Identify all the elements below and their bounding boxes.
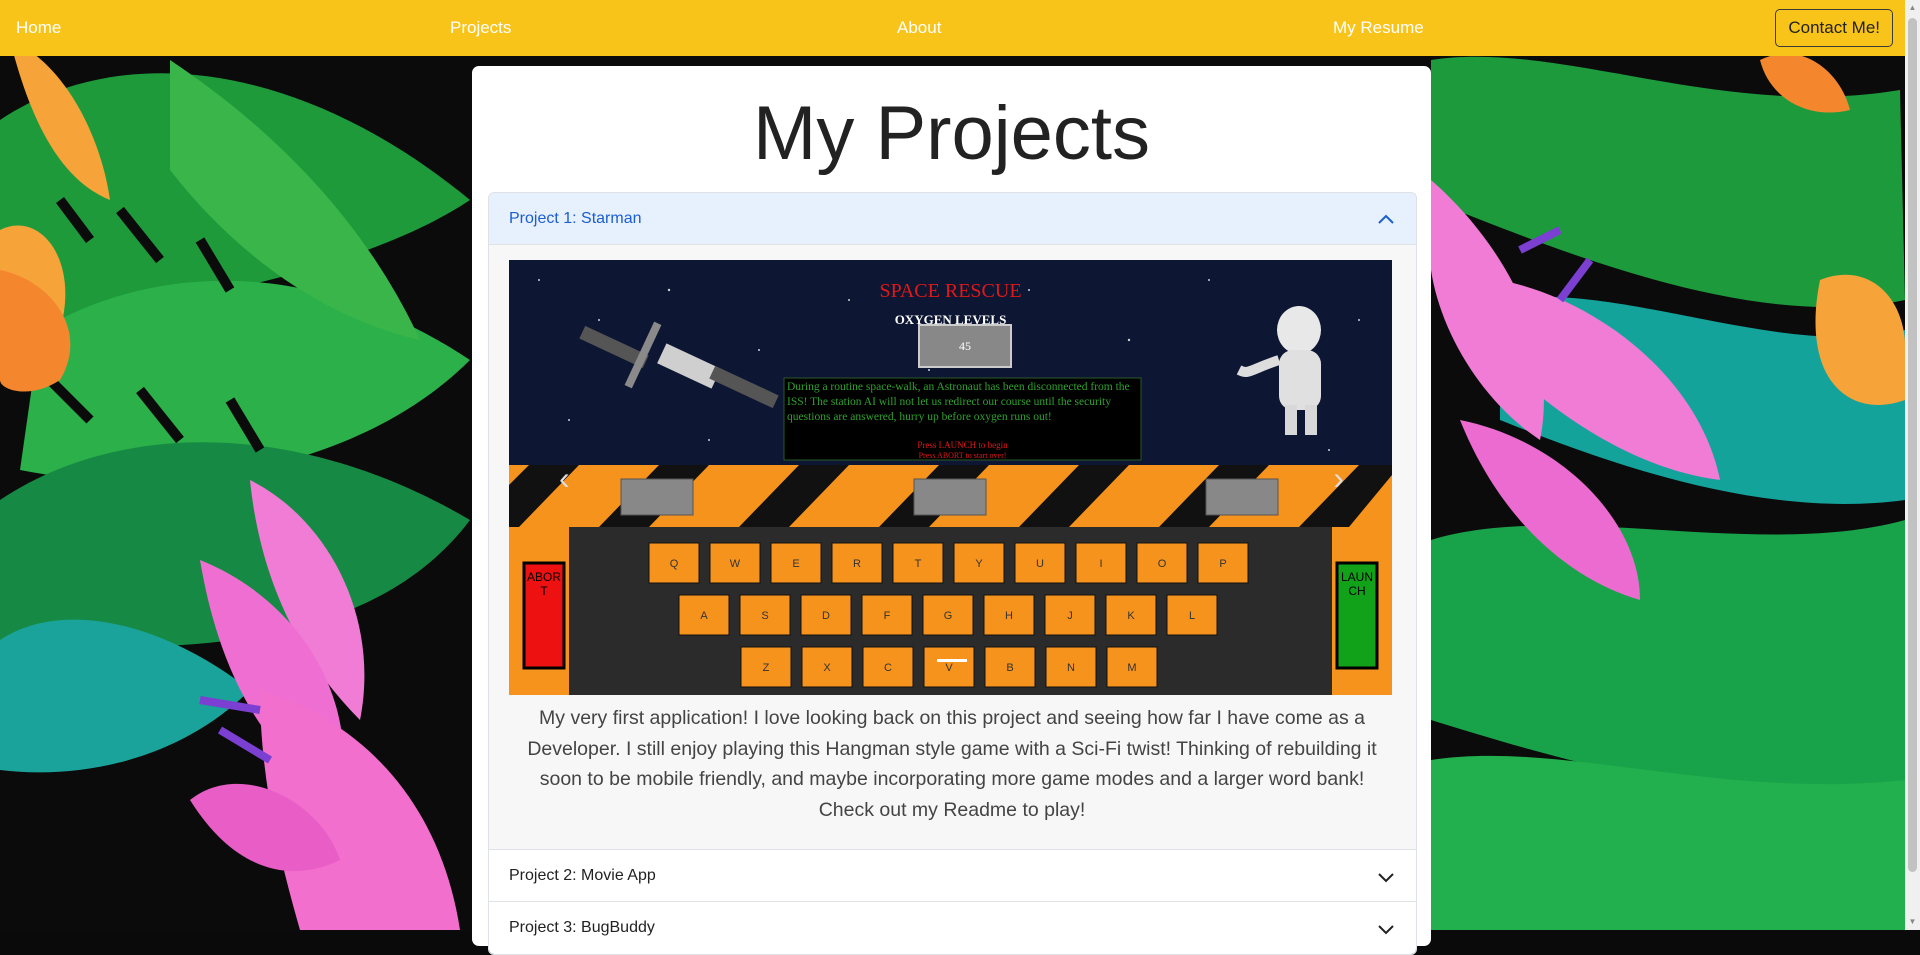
svg-text:S: S — [761, 610, 768, 622]
chevron-down-icon — [1376, 850, 1396, 902]
key-v: V — [923, 646, 975, 688]
chevron-down-icon — [1376, 902, 1396, 954]
svg-text:V: V — [945, 662, 953, 674]
svg-text:T: T — [915, 558, 922, 570]
key-j: J — [1044, 594, 1096, 636]
nav-about-link[interactable]: About — [897, 0, 941, 56]
key-i: I — [1075, 542, 1127, 584]
key-e: E — [770, 542, 822, 584]
project-description: My very first application! I love lookin… — [527, 707, 1377, 821]
key-t: T — [892, 542, 944, 584]
svg-text:M: M — [1127, 662, 1136, 674]
nav-home-link[interactable]: Home — [16, 0, 61, 56]
key-y: Y — [953, 542, 1005, 584]
key-r: R — [831, 542, 883, 584]
page-title: My Projects — [753, 91, 1150, 176]
svg-text:Y: Y — [975, 558, 983, 570]
game-hint-launch: Press LAUNCH to begin — [917, 440, 1008, 450]
key-m: M — [1106, 646, 1158, 688]
accordion-header-project-2[interactable]: Project 2: Movie App — [489, 850, 1416, 902]
key-k: K — [1105, 594, 1157, 636]
nav-projects-link[interactable]: Projects — [450, 0, 511, 56]
svg-text:C: C — [884, 662, 892, 674]
carousel-indicator[interactable] — [937, 659, 967, 662]
svg-text:O: O — [1158, 558, 1167, 570]
svg-text:Q: Q — [670, 558, 679, 570]
key-x: X — [801, 646, 853, 688]
svg-text:X: X — [823, 662, 831, 674]
project-carousel-image: QWERTYUIOPASDFGHJKLZXCVBNM SPACE RESCUE … — [509, 260, 1392, 695]
projects-accordion: Project 1: Starman Q W E R T Y U I O P A… — [488, 192, 1417, 955]
key-z: Z — [740, 646, 792, 688]
game-story-text: During a routine space-walk, an Astronau… — [787, 381, 1130, 423]
svg-text:K: K — [1127, 610, 1135, 622]
svg-text:D: D — [822, 610, 830, 622]
accordion-label: Project 2: Movie App — [509, 867, 656, 884]
svg-text:A: A — [700, 610, 708, 622]
key-o: O — [1136, 542, 1188, 584]
key-d: D — [800, 594, 852, 636]
chevron-up-icon — [1376, 193, 1396, 245]
launch-button: LAUNCH — [1340, 570, 1373, 598]
accordion-header-project-3[interactable]: Project 3: BugBuddy — [489, 902, 1416, 954]
scroll-up-arrow-icon[interactable]: ▲ — [1905, 0, 1920, 16]
svg-text:J: J — [1067, 610, 1073, 622]
scroll-down-arrow-icon[interactable]: ▼ — [1905, 914, 1920, 930]
accordion-header-project-1[interactable]: Project 1: Starman — [489, 193, 1416, 245]
chevron-left-icon[interactable]: ‹ — [559, 460, 570, 497]
svg-text:B: B — [1006, 662, 1013, 674]
svg-text:I: I — [1099, 558, 1102, 570]
nav-resume-link[interactable]: My Resume — [1333, 0, 1424, 56]
svg-text:P: P — [1219, 558, 1226, 570]
svg-text:F: F — [884, 610, 891, 622]
key-q: Q — [648, 542, 700, 584]
key-h: H — [983, 594, 1035, 636]
accordion-label: Project 1: Starman — [509, 210, 642, 227]
key-a: A — [678, 594, 730, 636]
svg-text:G: G — [944, 610, 953, 622]
svg-text:H: H — [1005, 610, 1013, 622]
key-c: C — [862, 646, 914, 688]
page-scrollbar[interactable]: ▲ ▼ — [1905, 0, 1920, 930]
contact-me-button[interactable]: Contact Me! — [1775, 9, 1893, 47]
key-b: B — [984, 646, 1036, 688]
projects-card: My Projects Project 1: Starman Q W E R T… — [472, 66, 1431, 955]
svg-text:N: N — [1067, 662, 1075, 674]
key-n: N — [1045, 646, 1097, 688]
scroll-thumb[interactable] — [1908, 18, 1917, 872]
game-title: SPACE RESCUE — [879, 280, 1022, 302]
key-u: U — [1014, 542, 1066, 584]
svg-text:L: L — [1189, 610, 1195, 622]
svg-text:Z: Z — [763, 662, 770, 674]
key-w: W — [709, 542, 761, 584]
key-g: G — [922, 594, 974, 636]
oxygen-label: OXYGEN LEVELS — [894, 312, 1007, 327]
key-f: F — [861, 594, 913, 636]
svg-text:E: E — [792, 558, 799, 570]
svg-text:R: R — [853, 558, 861, 570]
svg-text:W: W — [730, 558, 741, 570]
game-hint-abort: Press ABORT to start over! — [918, 451, 1007, 460]
key-s: S — [739, 594, 791, 636]
svg-text:U: U — [1036, 558, 1044, 570]
key-l: L — [1166, 594, 1218, 636]
abort-button: ABORT — [526, 570, 561, 598]
oxygen-value: 45 — [959, 339, 971, 353]
top-navbar: Home Projects About My Resume Contact Me… — [0, 0, 1905, 56]
accordion-label: Project 3: BugBuddy — [509, 919, 655, 936]
key-p: P — [1197, 542, 1249, 584]
chevron-right-icon[interactable]: › — [1333, 460, 1344, 497]
accordion-body-project-1: QWERTYUIOPASDFGHJKLZXCVBNM SPACE RESCUE … — [489, 245, 1416, 850]
